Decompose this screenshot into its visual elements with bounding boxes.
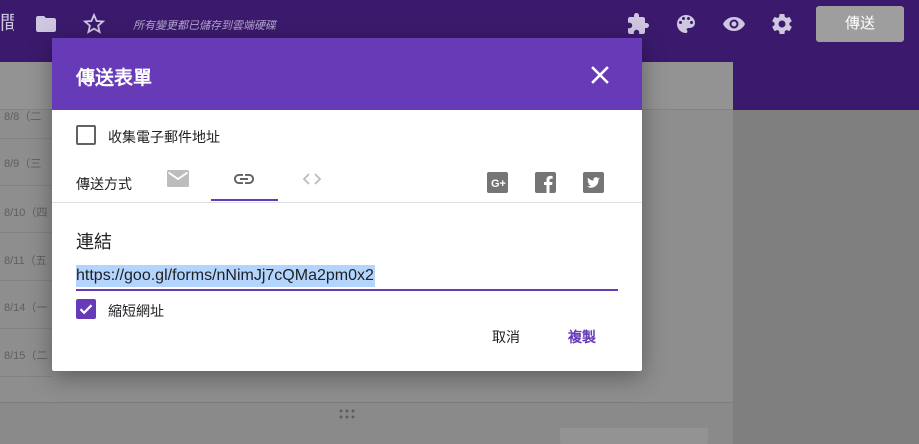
list-item: 8/14（一 [4,302,48,314]
list-item: 8/15（二 [4,350,48,362]
google-plus-icon[interactable]: G+ [487,172,508,193]
svg-text:G+: G+ [491,178,506,190]
dialog-divider [52,202,642,203]
email-icon [167,170,189,187]
settings-gear-icon[interactable] [770,12,794,36]
tab-link[interactable] [211,162,278,202]
link-url-text[interactable]: https://goo.gl/forms/nNimJj7cQMa2pm0x2 [76,265,375,287]
side-panel [733,110,919,444]
shorten-url-checkbox[interactable] [76,299,96,319]
list-item: 8/11（五 [4,255,47,267]
shorten-url-label: 縮短網址 [108,303,164,319]
copy-button[interactable]: 複製 [554,324,610,350]
tab-embed[interactable] [288,162,336,202]
list-item: 8/10（四 [4,207,48,219]
tab-selected-indicator [211,199,278,201]
row-divider [0,376,52,377]
twitter-icon[interactable] [583,172,604,193]
checkmark-icon [79,304,93,315]
send-via-label: 傳送方式 [76,176,132,192]
row-divider [0,328,52,329]
link-icon [234,174,254,184]
star-icon[interactable] [82,12,106,36]
folder-icon[interactable] [34,12,58,36]
row-divider [0,280,52,281]
addons-icon[interactable] [626,12,650,36]
form-title-fragment: 間 [0,13,14,34]
close-icon[interactable] [586,61,614,89]
row-divider [0,185,52,186]
link-url-field[interactable]: https://goo.gl/forms/nNimJj7cQMa2pm0x2 [76,265,618,291]
send-button[interactable]: 傳送 [816,6,904,42]
drag-handle-icon[interactable] [338,408,356,420]
send-form-dialog: 傳送表單 收集電子郵件地址 傳送方式 G+ 連結 https://goo.gl/… [52,38,642,371]
tab-email[interactable] [154,162,202,202]
cancel-button[interactable]: 取消 [480,324,532,350]
save-status-text: 所有變更都已儲存到雲端硬碟 [133,20,276,32]
palette-icon[interactable] [674,12,698,36]
dialog-header: 傳送表單 [52,38,642,110]
collect-email-label: 收集電子郵件地址 [108,129,220,145]
list-item: 8/8（二 [4,111,42,123]
collect-email-checkbox[interactable] [76,125,96,145]
bottom-card [560,428,708,444]
list-item: 8/9（三 [4,158,42,170]
row-divider [0,232,52,233]
preview-eye-icon[interactable] [722,12,746,36]
embed-code-icon [302,173,322,185]
row-divider [0,138,52,139]
dialog-title: 傳送表單 [76,68,153,89]
link-section-title: 連結 [76,232,112,252]
facebook-icon[interactable] [535,172,556,193]
